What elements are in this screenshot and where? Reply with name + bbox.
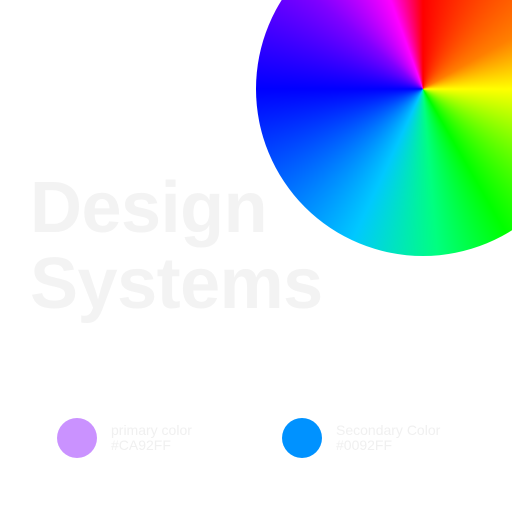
- secondary-color-swatch: Secondary Color #0092FF: [282, 418, 440, 458]
- headline: Design Systems: [30, 170, 323, 322]
- primary-color-swatch: primary color #CA92FF: [57, 418, 192, 458]
- primary-color-dot: [57, 418, 97, 458]
- secondary-color-dot: [282, 418, 322, 458]
- secondary-color-info: Secondary Color #0092FF: [336, 423, 440, 453]
- headline-line-1: Design: [30, 168, 268, 248]
- secondary-color-label: Secondary Color: [336, 422, 441, 438]
- primary-color-hex: #CA92FF: [111, 437, 171, 453]
- secondary-color-hex: #0092FF: [336, 437, 393, 453]
- headline-line-2: Systems: [30, 244, 323, 324]
- primary-color-label: primary color: [111, 422, 192, 438]
- page: Design Systems primary color #CA92FF Sec…: [0, 0, 512, 512]
- primary-color-info: primary color #CA92FF: [111, 423, 192, 453]
